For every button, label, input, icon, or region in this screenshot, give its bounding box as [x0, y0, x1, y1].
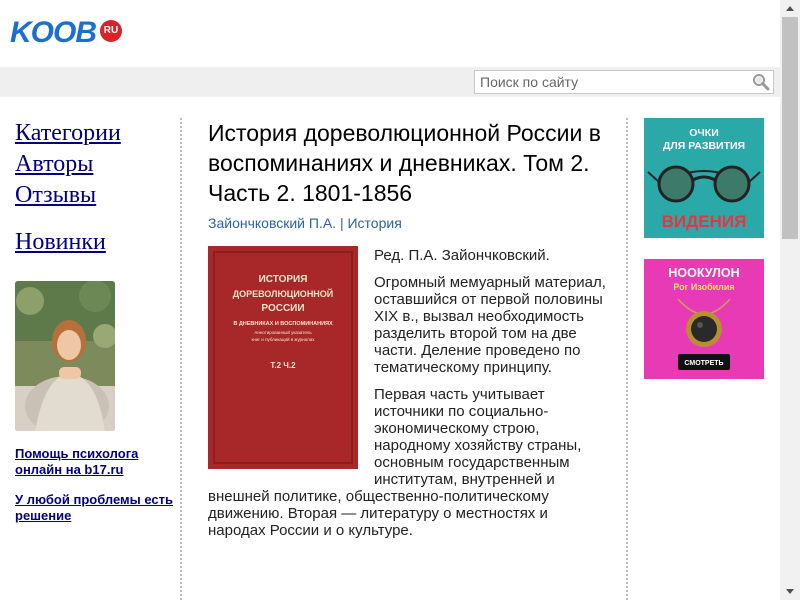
cover-line-4: В ДНЕВНИКАХ И ВОСПОМИНАНИЯХ [233, 321, 333, 327]
ad1-line2: ДЛЯ РАЗВИТИЯ [663, 140, 745, 152]
book-content: История дореволюционной России в воспоми… [208, 118, 608, 549]
site-logo[interactable]: KOOB RU [10, 18, 122, 48]
ad2-title: НООКУЛОН [668, 266, 739, 280]
nav-link-reviews[interactable]: Отзывы [15, 180, 175, 211]
cover-line-7: Т.2 Ч.2 [270, 361, 296, 370]
book-cover-image[interactable]: ИСТОРИЯ ДОРЕВОЛЮЦИОННОЙ РОССИИ В ДНЕВНИК… [208, 246, 358, 469]
main-nav: Категории Авторы Отзывы Новинки [15, 118, 175, 258]
cover-line-1: ИСТОРИЯ [259, 274, 308, 285]
search-box [474, 70, 774, 94]
nav-link-new[interactable]: Новинки [15, 227, 175, 258]
book-title: История дореволюционной России в воспоми… [208, 120, 601, 206]
left-sidebar: Категории Авторы Отзывы Новинки Помощь п… [15, 118, 175, 524]
author-link[interactable]: Зайончковский П.А. [208, 215, 336, 231]
ad2-button-label: СМОТРЕТЬ [684, 360, 723, 367]
logo-text: KOOB [10, 16, 97, 49]
nav-link-categories[interactable]: Категории [15, 118, 175, 149]
left-divider [180, 118, 182, 600]
scrollbar-thumb[interactable] [782, 17, 798, 239]
scroll-down-arrow-icon[interactable] [780, 583, 800, 600]
right-divider [626, 118, 628, 600]
promo-link-psychologist[interactable]: Помощь психолога онлайн на b17.ru [15, 446, 175, 478]
nav-link-authors[interactable]: Авторы [15, 149, 175, 180]
logo-badge: RU [100, 20, 122, 42]
search-bar [0, 67, 780, 97]
cover-line-5: Аннотированный указатель [254, 329, 312, 335]
vertical-scrollbar[interactable] [780, 0, 800, 600]
scroll-up-arrow-icon[interactable] [780, 0, 800, 17]
ad-banner-glasses[interactable]: ОЧКИ ДЛЯ РАЗВИТИЯ ВИДЕНИЯ [644, 118, 764, 238]
category-link[interactable]: История [347, 215, 401, 231]
ad1-line1: ОЧКИ [689, 127, 719, 139]
ad1-line3: ВИДЕНИЯ [662, 212, 747, 231]
ad-banner-amulet[interactable]: НООКУЛОН Рог Изобилия СМОТРЕТЬ [644, 259, 764, 379]
cover-line-2: ДОРЕВОЛЮЦИОННОЙ [233, 288, 334, 299]
ad2-subtitle: Рог Изобилия [673, 282, 734, 292]
nav-gap [15, 211, 175, 227]
cover-line-3: РОССИИ [261, 303, 304, 314]
search-input[interactable] [475, 71, 740, 93]
cover-line-6: книг и публикаций в журналах [251, 336, 315, 342]
page: KOOB RU Категории Авторы Отзывы Новинки [0, 0, 780, 600]
promo-link-solution[interactable]: У любой проблемы есть решение [15, 492, 175, 524]
psychologist-photo[interactable] [15, 280, 117, 436]
book-meta: Зайончковский П.А. | История [208, 214, 608, 232]
search-icon[interactable] [752, 73, 770, 91]
meta-separator: | [339, 215, 344, 231]
